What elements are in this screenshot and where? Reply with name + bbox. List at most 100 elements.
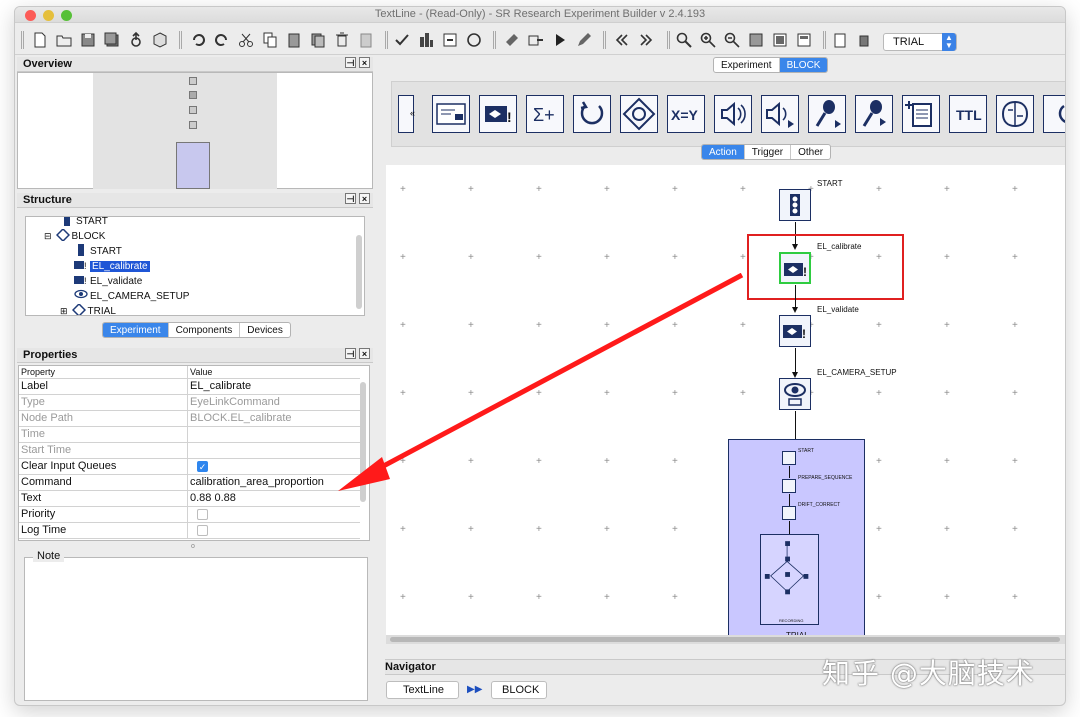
deploy-icon[interactable]	[441, 31, 459, 49]
priority-checkbox[interactable]	[197, 509, 208, 520]
grid-cross: +	[536, 592, 542, 603]
copy-icon[interactable]	[261, 31, 279, 49]
tab-trigger[interactable]: Trigger	[745, 145, 792, 159]
paste-icon[interactable]	[285, 31, 303, 49]
tab-other[interactable]: Other	[791, 145, 830, 159]
trial-sequence-block[interactable]: START PREPARE_SEQUENCE DRIFT_CORRECT REC…	[728, 439, 865, 641]
package-icon[interactable]	[151, 31, 169, 49]
splitter-handle[interactable]: o	[191, 543, 195, 550]
new-file-icon[interactable]	[31, 31, 49, 49]
clear-input-queues-checkbox[interactable]: ✓	[197, 461, 208, 472]
canvas-hscrollbar[interactable]	[386, 635, 1065, 644]
build-icon[interactable]	[417, 31, 435, 49]
check-icon[interactable]	[393, 31, 411, 49]
palette-conditional-icon[interactable]	[620, 95, 658, 133]
prop-row-priority[interactable]: Priority	[19, 507, 360, 523]
tab-experiment[interactable]: Experiment	[103, 323, 169, 337]
undo-icon[interactable]	[189, 31, 207, 49]
svg-text:TTL: TTL	[956, 107, 982, 123]
duplicate-icon[interactable]	[309, 31, 327, 49]
palette-brain-icon[interactable]	[996, 95, 1034, 133]
pointer-icon[interactable]	[503, 31, 521, 49]
palette-loop-icon[interactable]	[573, 95, 611, 133]
dock-icon[interactable]: ⊣	[345, 193, 356, 204]
node-el-camera-setup[interactable]	[779, 378, 811, 410]
toolbar-separator	[667, 31, 670, 49]
tree-item-start[interactable]: START	[60, 217, 108, 228]
grid-view-icon[interactable]	[771, 31, 789, 49]
save-all-icon[interactable]	[103, 31, 121, 49]
flow-canvas[interactable]: + + + + + + + + + + + + + + + + + + + + + + + + + + + + + + + + + + + + + + + +…	[338, 165, 1065, 641]
search-icon[interactable]	[675, 31, 693, 49]
test-run-icon[interactable]	[465, 31, 483, 49]
save-icon[interactable]	[79, 31, 97, 49]
tree-item-block-start[interactable]: START	[74, 244, 122, 258]
prop-row-label[interactable]: Label EL_calibrate	[19, 379, 360, 395]
node-start[interactable]	[779, 189, 811, 221]
inner-node-start[interactable]	[782, 451, 796, 465]
palette-play-sound-icon[interactable]	[714, 95, 752, 133]
palette-display-screen-icon[interactable]	[432, 95, 470, 133]
palette-assignment-icon[interactable]: X=Y	[667, 95, 705, 133]
tab-editor-experiment[interactable]: Experiment	[714, 58, 780, 72]
prop-row-command[interactable]: Command calibration_area_proportion	[19, 475, 360, 491]
close-icon[interactable]: ×	[359, 57, 370, 68]
dock-icon[interactable]: ⊣	[345, 57, 356, 68]
note-box[interactable]: Note	[24, 550, 368, 701]
tab-devices[interactable]: Devices	[240, 323, 290, 337]
note-label: Note	[33, 550, 65, 562]
inner-node-drift-correct[interactable]	[782, 506, 796, 520]
prop-row-time: Time	[19, 427, 360, 443]
palette-update-attribute-icon[interactable]: Σ+	[526, 95, 564, 133]
trial-selector[interactable]: TRIAL ▲ ▼	[883, 33, 957, 51]
palette-ttl-icon[interactable]: TTL	[949, 95, 987, 133]
cut-icon[interactable]	[237, 31, 255, 49]
redo-icon[interactable]	[213, 31, 231, 49]
collapse-icon[interactable]: ⊟	[44, 231, 52, 241]
trash-icon[interactable]	[855, 31, 873, 49]
tab-action[interactable]: Action	[702, 145, 745, 159]
documents-icon[interactable]	[831, 31, 849, 49]
tree-item-el-calibrate[interactable]: ! EL_calibrate	[74, 259, 150, 273]
link-icon[interactable]	[527, 31, 545, 49]
node-el-validate[interactable]: !	[779, 315, 811, 347]
palette-timer-icon[interactable]	[1043, 95, 1065, 133]
zoom-in-icon[interactable]	[699, 31, 717, 49]
crumb-block[interactable]: BLOCK	[491, 681, 547, 699]
palette-sound-control-icon[interactable]	[761, 95, 799, 133]
tree-item-el-validate[interactable]: ! EL_validate	[74, 274, 142, 288]
tree-item-trial[interactable]: ⊞ TRIAL	[60, 302, 116, 315]
clipboard-icon[interactable]	[357, 31, 375, 49]
zoom-out-icon[interactable]	[723, 31, 741, 49]
connector	[795, 285, 796, 308]
prop-row-log-time[interactable]: Log Time	[19, 523, 360, 539]
palette-eyelink-command-icon[interactable]: !	[479, 95, 517, 133]
tab-components[interactable]: Components	[169, 323, 241, 337]
grid-cross: +	[400, 184, 406, 195]
recording-sequence-block[interactable]: RECORDING	[760, 534, 819, 625]
edit-icon[interactable]	[575, 31, 593, 49]
delete-icon[interactable]	[333, 31, 351, 49]
fit-view-icon[interactable]	[747, 31, 765, 49]
close-icon[interactable]: ×	[359, 193, 370, 204]
palette-record-control-icon[interactable]	[855, 95, 893, 133]
collapse-right-icon[interactable]	[637, 31, 655, 49]
expand-icon[interactable]: ⊞	[60, 306, 68, 315]
palette-add-to-results-icon[interactable]	[902, 95, 940, 133]
layout-icon[interactable]	[795, 31, 813, 49]
prop-row-text[interactable]: Text 0.88 0.88	[19, 491, 360, 507]
canvas-hscroll-thumb[interactable]	[390, 637, 1060, 642]
play-icon[interactable]	[551, 31, 569, 49]
inner-node-prepare-sequence[interactable]	[782, 479, 796, 493]
log-time-checkbox[interactable]	[197, 525, 208, 536]
prop-row-clear-input-queues[interactable]: Clear Input Queues ✓	[19, 459, 360, 475]
palette-record-sound-icon[interactable]	[808, 95, 846, 133]
crumb-textline[interactable]: TextLine	[386, 681, 459, 699]
open-folder-icon[interactable]	[55, 31, 73, 49]
export-icon[interactable]	[127, 31, 145, 49]
collapse-left-icon[interactable]	[613, 31, 631, 49]
tab-editor-block[interactable]: BLOCK	[779, 58, 828, 72]
tree-item-el-camera-setup[interactable]: EL_CAMERA_SETUP	[74, 289, 189, 303]
tree-item-block[interactable]: ⊟ BLOCK	[44, 227, 105, 243]
palette-scroll-left[interactable]: «	[398, 95, 415, 133]
